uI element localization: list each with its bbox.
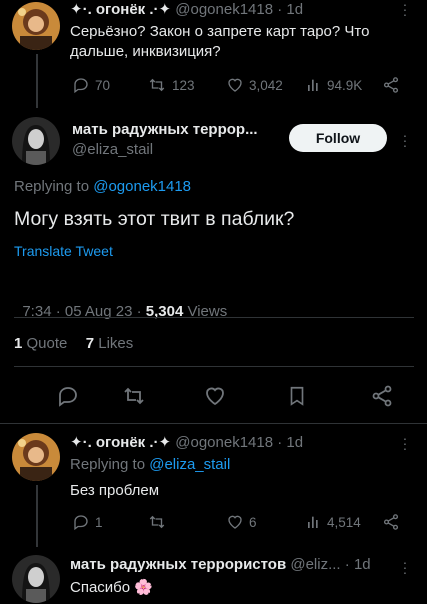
avatar-ogonek[interactable] [12,2,60,50]
author-handle[interactable]: @eliz... [290,556,340,573]
views-button[interactable]: 94.9K [306,76,362,94]
author-name[interactable]: ✦·. огонёк .·✦ [70,434,171,451]
likes-stat[interactable]: 7 Likes [86,335,134,352]
divider [0,423,427,424]
share-button[interactable] [370,384,394,413]
reply-button[interactable]: 70 [72,76,110,94]
heart-icon [228,78,242,92]
tweet-time[interactable]: 1d [354,556,371,573]
share-icon [383,77,399,93]
reply-button[interactable] [56,384,80,413]
author-handle[interactable]: @ogonek1418 [175,1,273,18]
share-button[interactable] [382,513,400,531]
tweet-header: ✦·. огонёк .·✦ @ogonek1418 · 1d [70,434,304,451]
reply-icon [59,387,77,407]
replying-to: Replying to @eliza_stail [70,456,231,473]
tweet-text: Без проблем [70,482,160,499]
heart-icon [228,515,242,529]
retweet-button[interactable] [121,384,147,413]
share-button[interactable] [382,76,400,94]
heart-icon [206,387,224,406]
tweet-header: ✦·. огонёк .·✦ @ogonek1418 · 1d [70,1,304,18]
retweet-button[interactable] [147,513,167,531]
retweet-icon [149,78,165,92]
thread-line [36,54,38,108]
engagement-stats: 1 Quote 7 Likes [14,335,133,352]
views-icon [308,79,318,91]
quotes-stat[interactable]: 1 Quote [14,335,67,352]
author-name[interactable]: мать радужных террор... [72,121,258,138]
bookmark-button[interactable] [286,384,308,413]
translate-link[interactable]: Translate Tweet [14,243,113,259]
author-name[interactable]: ✦·. огонёк .·✦ [70,1,171,18]
reply-button[interactable]: 1 [72,513,103,531]
divider [14,366,414,367]
author-handle[interactable]: @ogonek1418 [175,434,273,451]
divider [14,317,414,318]
more-options-icon[interactable]: · · · [402,431,408,455]
views-button[interactable]: 4,514 [306,513,361,531]
follow-button[interactable]: Follow [289,124,387,152]
retweet-icon [124,387,144,405]
avatar-eliza[interactable] [12,117,60,165]
replying-to: Replying to @ogonek1418 [14,178,192,195]
views-icon [308,516,318,528]
like-button[interactable] [203,384,227,413]
like-button[interactable]: 3,042 [226,76,283,94]
retweet-button[interactable]: 123 [147,76,195,94]
avatar-ogonek[interactable] [12,433,60,481]
avatar-eliza[interactable] [12,555,60,603]
tweet-meta: 7:34 · 05 Aug 23 · 5,304 Views [22,303,228,320]
tweet-text: Серьёзно? Закон о запрете карт таро? Что… [70,23,370,60]
share-icon [383,514,399,530]
author-name[interactable]: мать радужных террористов [70,556,286,573]
retweet-icon [149,515,165,529]
replying-to-link[interactable]: @eliza_stail [149,456,230,473]
reply-icon [74,515,88,531]
tweet-header: мать радужных террористов @eliz... · 1d [70,556,371,573]
more-options-icon[interactable]: · · · [402,555,408,579]
more-options-icon[interactable]: · · · [402,128,408,152]
author-handle[interactable]: @eliza_stail [72,141,153,158]
tweet-text: Могу взять этот твит в паблик? [14,208,295,230]
tweet-text: Спасибо 🌸 [70,579,153,596]
more-options-icon[interactable]: · · · [402,0,408,21]
bookmark-icon [290,386,304,406]
tweet-time[interactable]: 1d [286,1,303,18]
tweet-time[interactable]: 1d [286,434,303,451]
like-button[interactable]: 6 [226,513,257,531]
thread-line [36,485,38,547]
share-icon [372,385,392,407]
replying-to-link[interactable]: @ogonek1418 [93,178,191,195]
reply-icon [74,78,88,94]
